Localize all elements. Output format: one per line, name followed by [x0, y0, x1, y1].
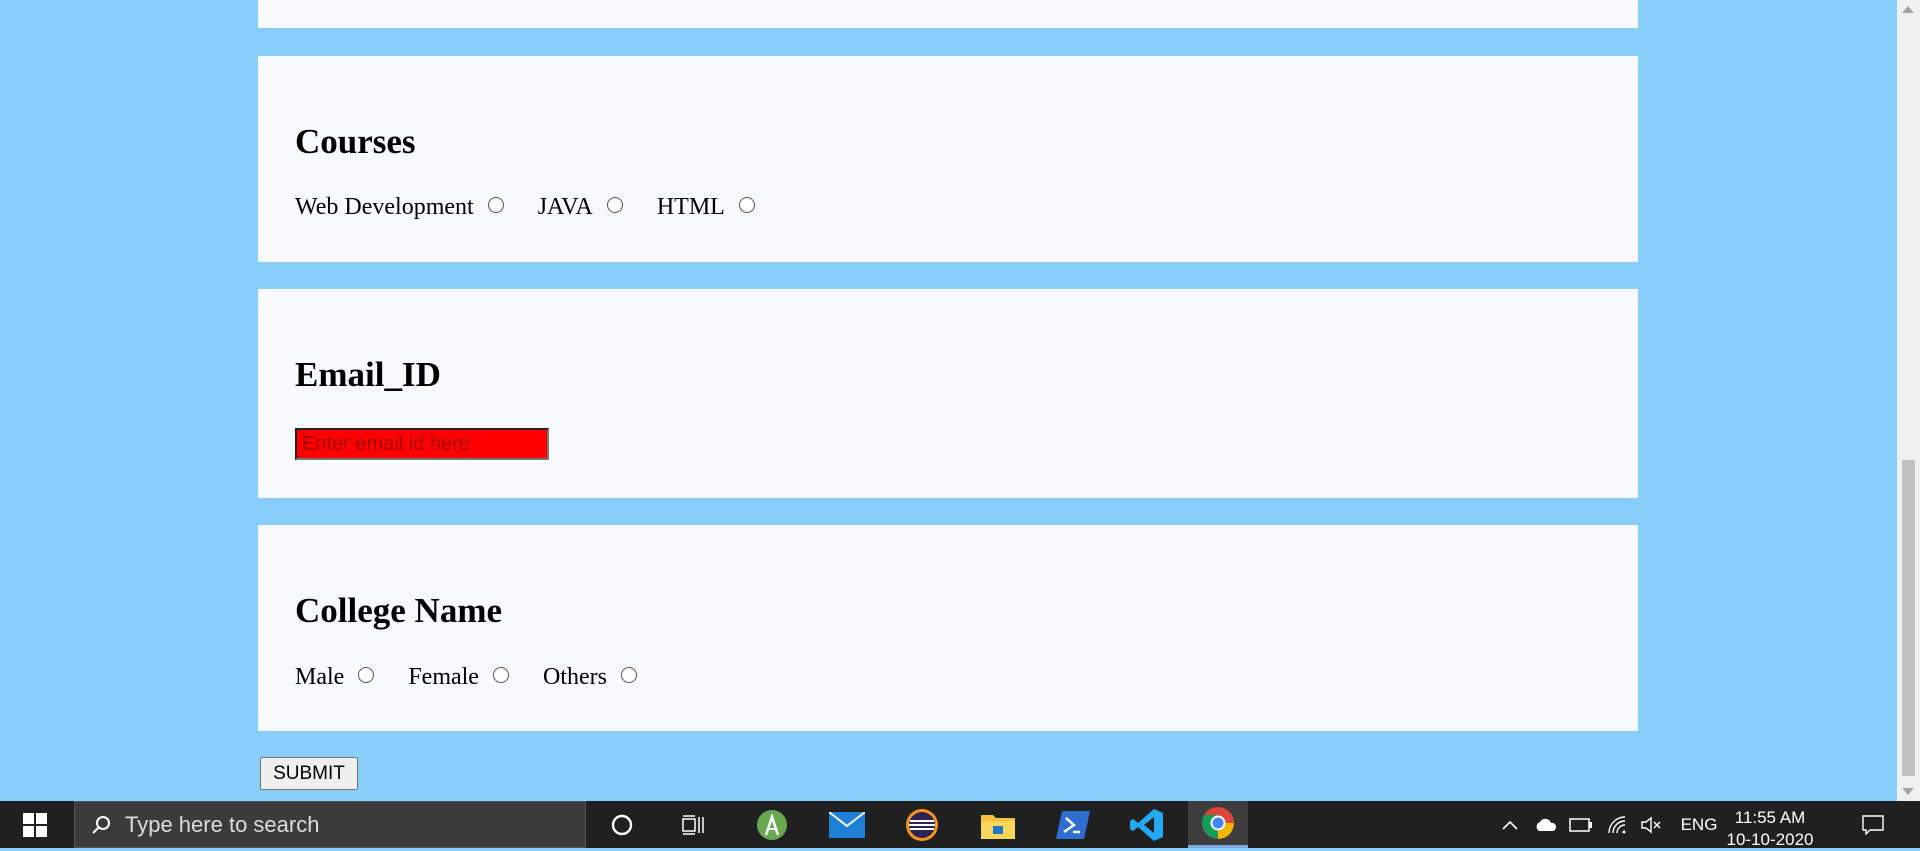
- windows-logo-icon: [23, 812, 47, 837]
- vscode-icon[interactable]: [1117, 801, 1177, 848]
- email-heading: Email_ID: [295, 355, 441, 394]
- taskbar: Type here to search ENG 11:55 AM 10-10-2…: [0, 801, 1920, 851]
- course-option-web-development[interactable]: Web Development: [295, 194, 504, 221]
- task-view-icon[interactable]: [665, 801, 725, 848]
- scrollbar-thumb[interactable]: [1902, 460, 1915, 776]
- scroll-up-arrow-icon[interactable]: [1902, 6, 1914, 13]
- college-option-others[interactable]: Others: [543, 664, 637, 691]
- college-radio-female[interactable]: [492, 666, 509, 683]
- volume-muted-icon[interactable]: [1637, 801, 1667, 848]
- college-label-female: Female: [408, 664, 479, 690]
- college-radio-male[interactable]: [358, 666, 375, 683]
- android-studio-icon[interactable]: [742, 801, 802, 848]
- college-radio-others[interactable]: [620, 666, 637, 683]
- powershell-icon[interactable]: [1043, 801, 1103, 848]
- search-icon: [92, 815, 110, 834]
- college-options: Male Female Others: [295, 664, 671, 691]
- email-section: Email_ID Enter email id here: [258, 289, 1638, 498]
- scroll-down-arrow-icon[interactable]: [1902, 788, 1914, 795]
- course-radio-html[interactable]: [738, 196, 755, 213]
- chrome-icon[interactable]: [1188, 801, 1248, 848]
- search-placeholder: Type here to search: [125, 811, 320, 837]
- cortana-icon[interactable]: [592, 801, 652, 848]
- college-heading: College Name: [295, 591, 503, 630]
- clock-time: 11:55 AM: [1734, 808, 1806, 827]
- course-label-java: JAVA: [537, 194, 593, 220]
- battery-icon[interactable]: [1566, 801, 1596, 848]
- page-viewport: Courses Web Development JAVA HTML Email_…: [0, 0, 1897, 801]
- wifi-icon[interactable]: [1603, 801, 1633, 848]
- start-button[interactable]: [0, 801, 70, 848]
- college-option-male[interactable]: Male: [295, 664, 375, 691]
- course-option-html[interactable]: HTML: [657, 194, 755, 221]
- courses-section: Courses Web Development JAVA HTML: [258, 56, 1638, 262]
- taskbar-search-box[interactable]: Type here to search: [74, 801, 586, 848]
- course-label-web-development: Web Development: [295, 194, 474, 220]
- college-label-male: Male: [295, 664, 345, 690]
- course-label-html: HTML: [656, 194, 725, 220]
- onedrive-cloud-icon[interactable]: [1531, 801, 1561, 848]
- college-label-others: Others: [542, 664, 607, 690]
- course-radio-java[interactable]: [606, 196, 623, 213]
- courses-options: Web Development JAVA HTML: [295, 194, 789, 221]
- courses-heading: Courses: [295, 122, 416, 161]
- show-hidden-icons-chevron-icon[interactable]: [1495, 801, 1525, 848]
- course-radio-web-development[interactable]: [487, 196, 504, 213]
- email-field[interactable]: Enter email id here: [295, 428, 549, 460]
- college-section: College Name Male Female Others: [258, 525, 1638, 731]
- taskbar-clock[interactable]: 11:55 AM 10-10-2020: [1720, 807, 1820, 851]
- notifications-icon[interactable]: [1855, 801, 1891, 848]
- mail-icon[interactable]: [817, 801, 877, 848]
- language-indicator[interactable]: ENG: [1676, 801, 1722, 848]
- college-option-female[interactable]: Female: [408, 664, 509, 691]
- vertical-scrollbar[interactable]: [1897, 0, 1920, 801]
- eclipse-icon[interactable]: [892, 801, 952, 848]
- previous-section-card: [258, 0, 1638, 28]
- course-option-java[interactable]: JAVA: [538, 194, 623, 221]
- file-explorer-icon[interactable]: [968, 801, 1028, 848]
- submit-button[interactable]: SUBMIT: [260, 757, 358, 790]
